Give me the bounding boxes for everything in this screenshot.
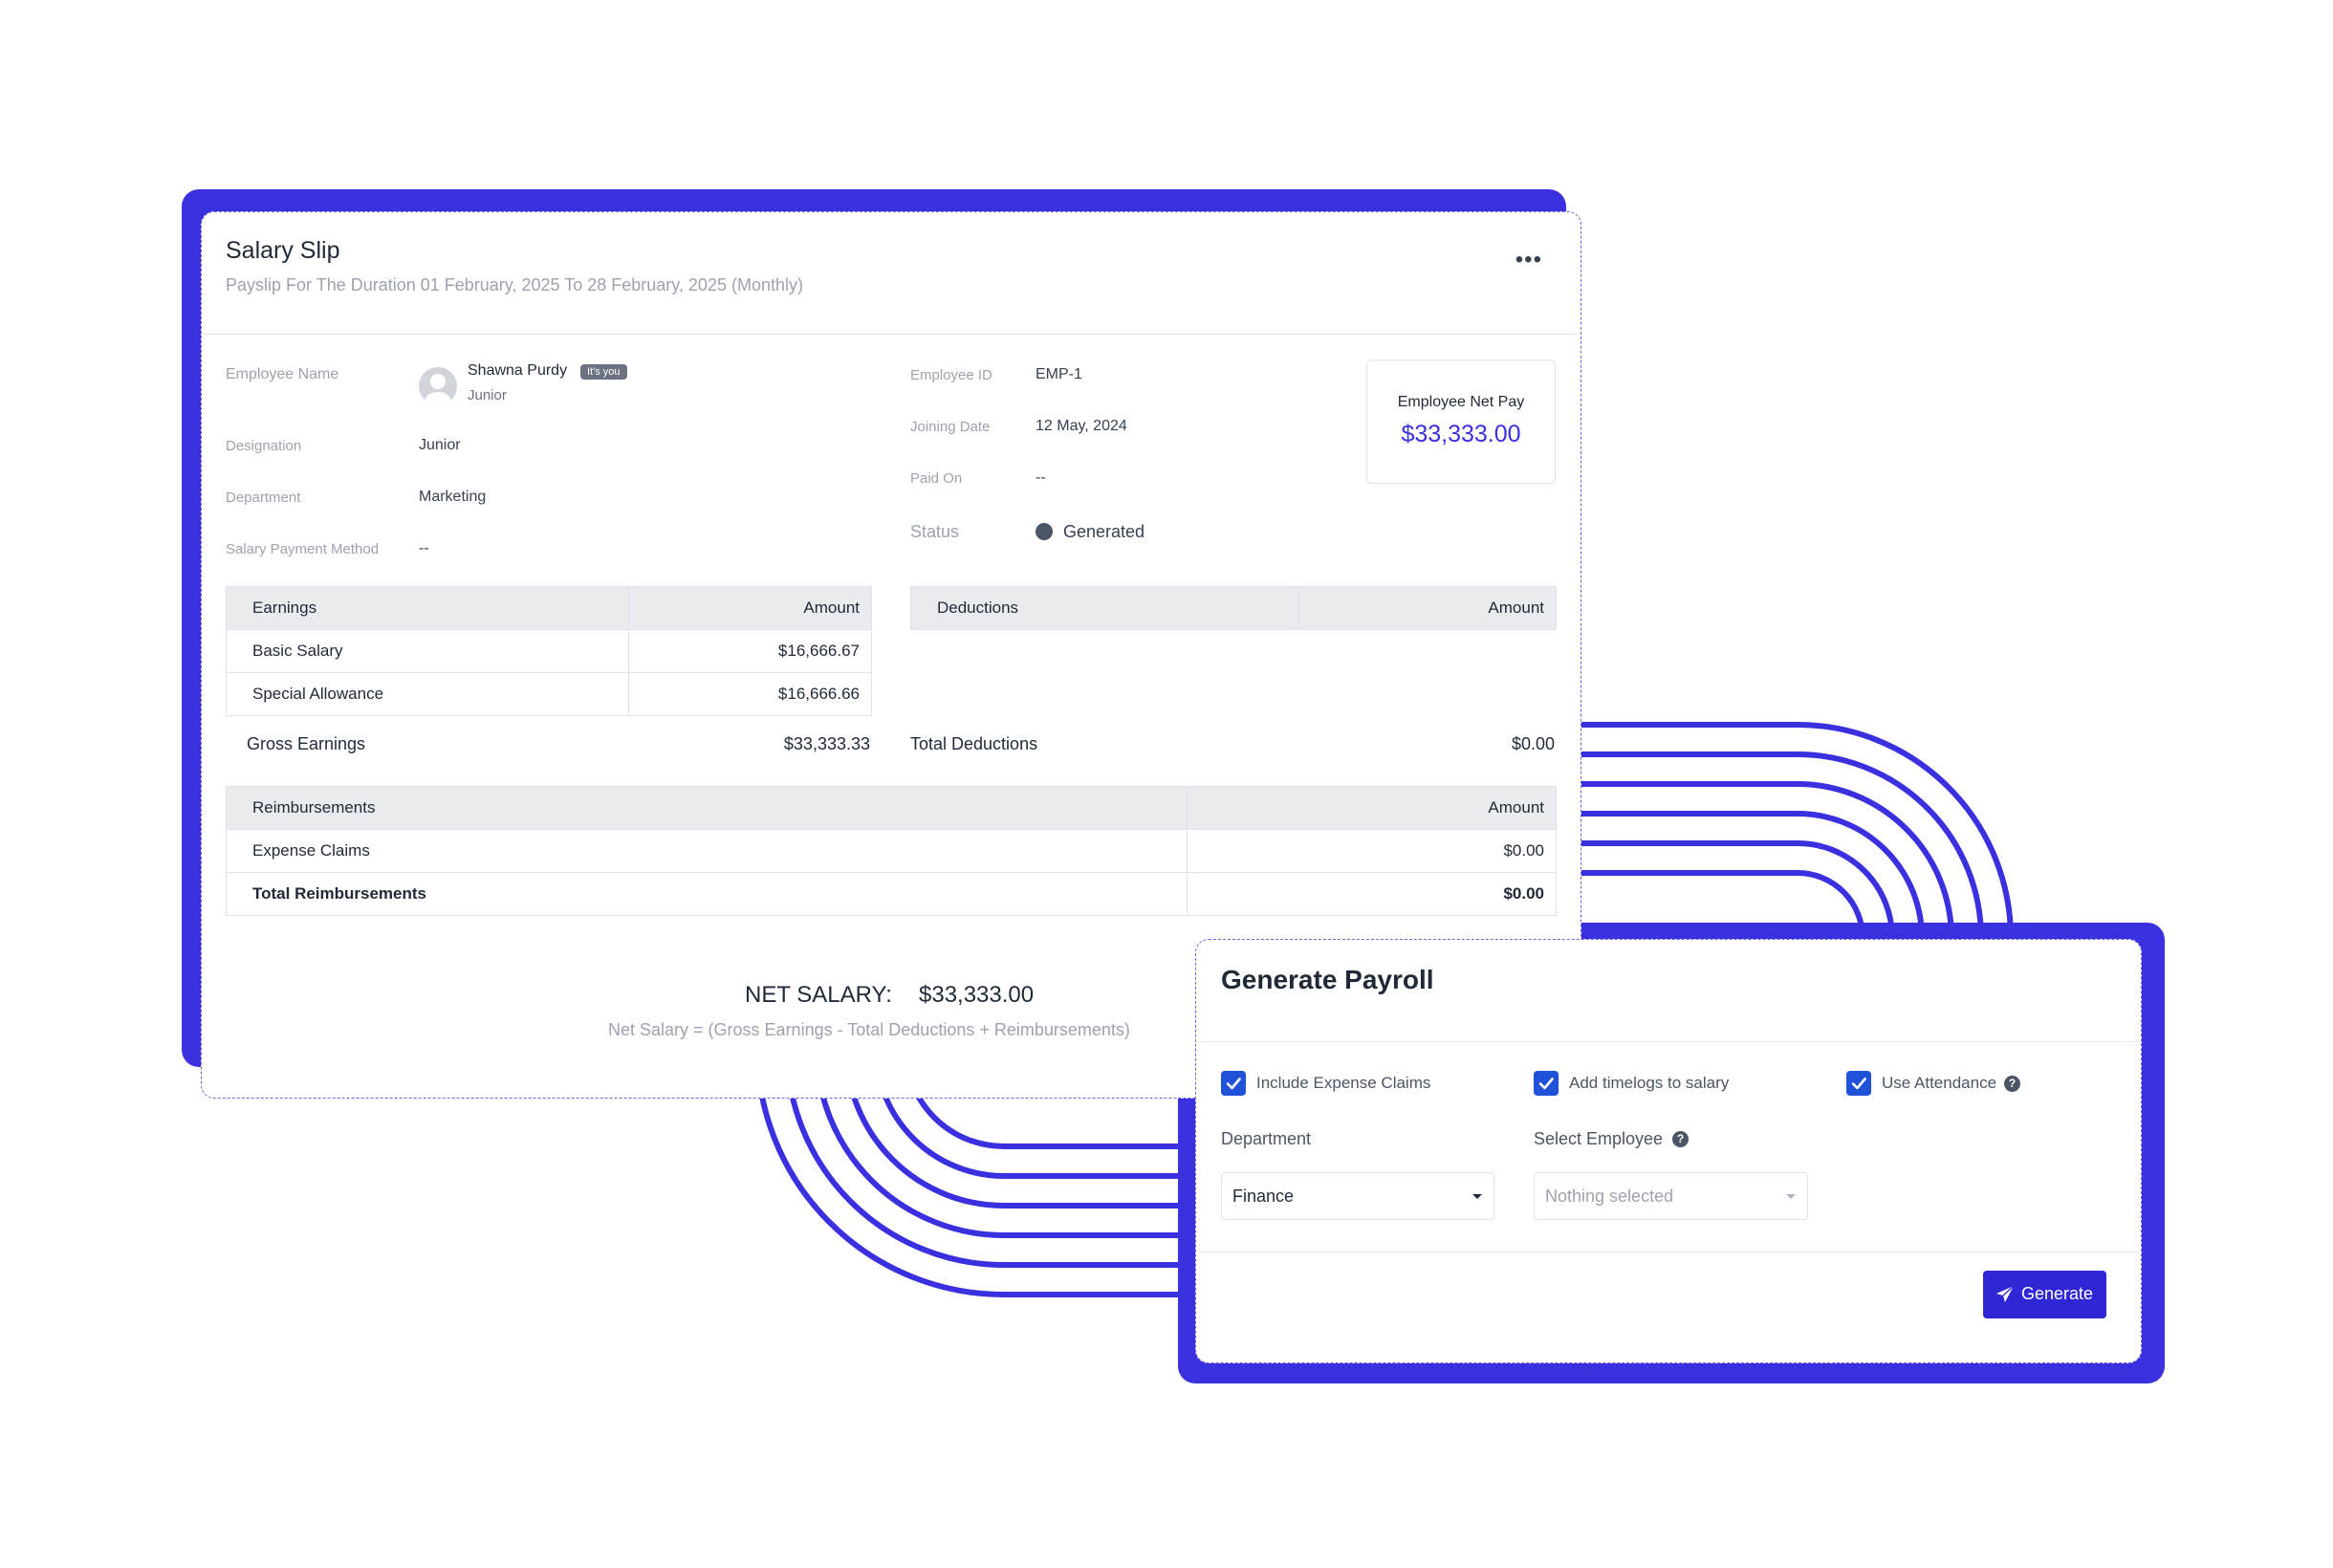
gross-earnings-label: Gross Earnings <box>247 734 366 753</box>
reimbursement-amount: $0.00 <box>1187 829 1557 873</box>
total-deductions-value: $0.00 <box>1511 734 1555 753</box>
more-options-icon[interactable]: ••• <box>1515 247 1542 273</box>
reimbursements-table: Reimbursements Amount Expense Claims $0.… <box>226 786 1557 916</box>
earning-amount: $16,666.66 <box>628 672 872 716</box>
employee-id-value: EMP-1 <box>1036 366 1082 382</box>
department-label: Department <box>226 490 301 506</box>
reimbursements-amount-header: Amount <box>1187 786 1557 830</box>
deductions-table: Deductions Amount <box>910 586 1557 630</box>
employee-role: Junior <box>468 387 507 403</box>
table-row: Basic Salary $16,666.67 <box>226 629 872 673</box>
salary-slip-header: Salary Slip Payslip For The Duration 01 … <box>202 212 1581 335</box>
table-row: Expense Claims $0.00 <box>226 829 1557 873</box>
paid-on-label: Paid On <box>910 470 963 487</box>
total-reimbursements-label: Total Reimbursements <box>226 872 1188 916</box>
help-icon[interactable]: ? <box>1672 1131 1689 1147</box>
joining-date-label: Joining Date <box>910 419 991 435</box>
total-reimbursements-value: $0.00 <box>1187 872 1557 916</box>
net-pay-label: Employee Net Pay <box>1397 394 1525 410</box>
net-pay-box: Employee Net Pay $33,333.00 <box>1366 359 1556 484</box>
reimbursements-header: Reimbursements <box>226 786 1188 830</box>
generate-payroll-title: Generate Payroll <box>1221 965 1434 994</box>
status-value: Generated <box>1063 522 1145 541</box>
paid-on-value: -- <box>1036 469 1046 486</box>
include-expense-claims-label[interactable]: Include Expense Claims <box>1256 1074 1430 1093</box>
chevron-down-icon <box>1472 1194 1482 1199</box>
its-you-badge: It's you <box>580 364 627 380</box>
earning-name: Special Allowance <box>226 672 629 716</box>
payment-method-value: -- <box>419 540 429 556</box>
generate-payroll-header: Generate Payroll <box>1196 940 2141 1042</box>
earning-amount: $16,666.67 <box>628 629 872 673</box>
earnings-header: Earnings <box>226 586 629 630</box>
include-expense-claims-checkbox[interactable] <box>1221 1071 1246 1096</box>
add-timelogs-label[interactable]: Add timelogs to salary <box>1569 1074 1729 1093</box>
deductions-header: Deductions <box>910 586 1299 630</box>
select-employee-placeholder: Nothing selected <box>1545 1187 1674 1206</box>
earning-name: Basic Salary <box>226 629 629 673</box>
generate-payroll-card: Generate Payroll Include Expense Claims … <box>1195 939 2142 1363</box>
check-icon <box>1226 1078 1241 1090</box>
employee-name: Shawna Purdy <box>468 362 568 379</box>
net-salary-label: NET SALARY: <box>745 982 892 1008</box>
employee-name-label: Employee Name <box>226 366 339 382</box>
net-pay-value: $33,333.00 <box>1401 421 1521 447</box>
select-employee-label: Select Employee <box>1534 1129 1664 1148</box>
send-icon <box>1996 1285 2015 1302</box>
designation-label: Designation <box>226 438 302 454</box>
total-deductions-label: Total Deductions <box>910 734 1038 753</box>
generate-button-label: Generate <box>2021 1284 2094 1303</box>
add-timelogs-checkbox[interactable] <box>1534 1071 1559 1096</box>
salary-slip-title: Salary Slip <box>226 237 340 264</box>
chevron-down-icon <box>1786 1194 1796 1199</box>
help-icon[interactable]: ? <box>2004 1076 2020 1092</box>
earnings-table: Earnings Amount Basic Salary $16,666.67 … <box>226 586 872 716</box>
table-row: Total Reimbursements $0.00 <box>226 872 1557 916</box>
employee-id-label: Employee ID <box>910 367 992 383</box>
department-select-value: Finance <box>1232 1187 1295 1206</box>
net-salary-value: $33,333.00 <box>919 982 1035 1008</box>
avatar <box>419 367 457 405</box>
payslip-duration: Payslip For The Duration 01 February, 20… <box>226 275 803 294</box>
status-label: Status <box>910 522 960 541</box>
deductions-amount-header: Amount <box>1298 586 1557 630</box>
check-icon <box>1851 1078 1866 1090</box>
department-field-label: Department <box>1221 1129 1312 1148</box>
department-value: Marketing <box>419 489 487 505</box>
gross-earnings-value: $33,333.33 <box>783 734 870 753</box>
status-dot-icon <box>1036 523 1053 540</box>
reimbursement-name: Expense Claims <box>226 829 1188 873</box>
use-attendance-checkbox[interactable] <box>1846 1071 1871 1096</box>
use-attendance-label[interactable]: Use Attendance <box>1882 1074 1996 1093</box>
payment-method-label: Salary Payment Method <box>226 541 380 557</box>
joining-date-value: 12 May, 2024 <box>1036 418 1127 434</box>
table-row: Special Allowance $16,666.66 <box>226 672 872 716</box>
net-salary-formula: Net Salary = (Gross Earnings - Total Ded… <box>608 1020 1130 1039</box>
department-select[interactable]: Finance <box>1221 1172 1494 1220</box>
select-employee-dropdown[interactable]: Nothing selected <box>1534 1172 1808 1220</box>
check-icon <box>1538 1078 1554 1090</box>
earnings-amount-header: Amount <box>628 586 872 630</box>
generate-button[interactable]: Generate <box>1983 1271 2106 1318</box>
designation-value: Junior <box>419 437 461 453</box>
